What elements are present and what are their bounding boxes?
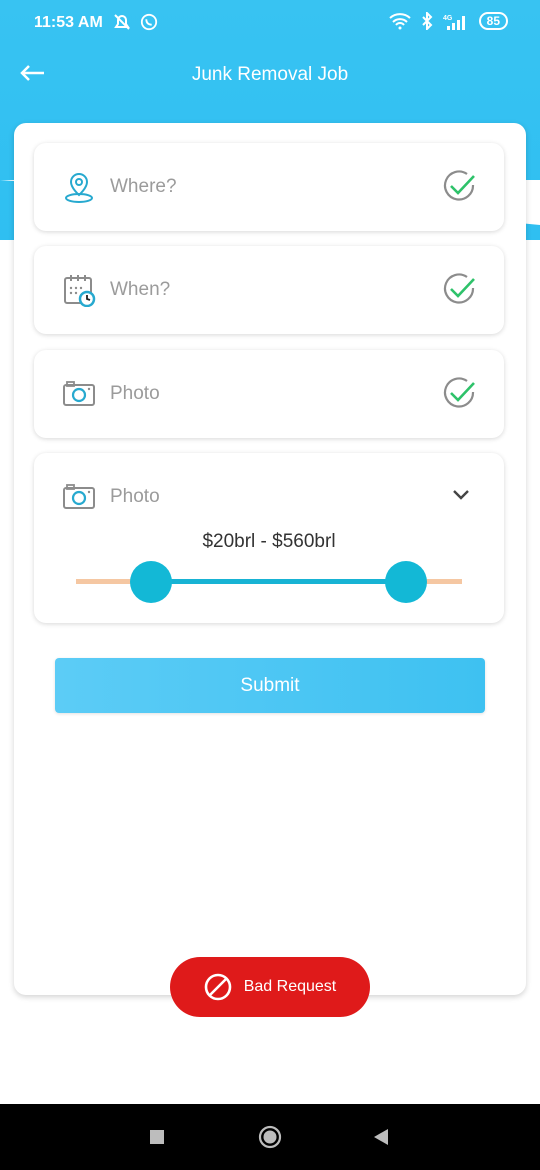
svg-text:4G: 4G xyxy=(443,15,453,22)
price-range-panel: Photo $20brl - $560brl xyxy=(34,453,504,623)
status-notification-icons xyxy=(112,12,158,32)
block-icon xyxy=(204,973,232,1001)
status-bar: 11:53 AM 4G 85 xyxy=(0,0,540,48)
page-title: Junk Removal Job xyxy=(191,64,349,85)
back-nav-button[interactable] xyxy=(372,1128,390,1146)
job-form-card: Where? When? Photo Photo $20brl - $560br… xyxy=(14,123,526,995)
wifi-icon xyxy=(388,13,411,30)
camera-icon xyxy=(63,484,95,509)
signal-icon: 4G xyxy=(443,15,465,30)
photo-field[interactable]: Photo xyxy=(34,350,504,438)
slider-max-thumb[interactable] xyxy=(385,561,427,603)
photo-label: Photo xyxy=(110,486,160,507)
photo-label: Photo xyxy=(110,383,160,404)
check-circle-icon xyxy=(443,273,475,304)
where-field[interactable]: Where? xyxy=(34,143,504,231)
check-circle-icon xyxy=(443,377,475,408)
slider-track-active xyxy=(152,579,412,584)
chevron-down-icon[interactable] xyxy=(452,489,470,501)
camera-icon xyxy=(63,381,95,406)
status-time: 11:53 AM xyxy=(34,14,103,31)
status-system-icons: 4G 85 xyxy=(388,12,508,30)
slider-min-thumb[interactable] xyxy=(130,561,172,603)
notification-off-icon xyxy=(114,14,130,30)
app-bar: Junk Removal Job xyxy=(0,50,540,102)
calendar-clock-icon xyxy=(64,275,96,307)
battery-indicator: 85 xyxy=(478,12,508,30)
recents-button[interactable] xyxy=(150,1130,164,1144)
location-pin-icon xyxy=(65,172,93,203)
bluetooth-icon xyxy=(421,12,433,30)
system-nav-bar xyxy=(0,1104,540,1170)
submit-button[interactable]: Submit xyxy=(55,658,485,713)
error-toast-label: Bad Request xyxy=(243,978,337,995)
error-toast: Bad Request xyxy=(170,957,370,1017)
check-circle-icon xyxy=(443,170,475,201)
whatsapp-icon xyxy=(140,13,158,31)
price-range-text: $20brl - $560brl xyxy=(202,531,336,552)
home-button[interactable] xyxy=(258,1125,282,1149)
when-label: When? xyxy=(110,279,171,300)
when-field[interactable]: When? xyxy=(34,246,504,334)
where-label: Where? xyxy=(110,176,177,197)
